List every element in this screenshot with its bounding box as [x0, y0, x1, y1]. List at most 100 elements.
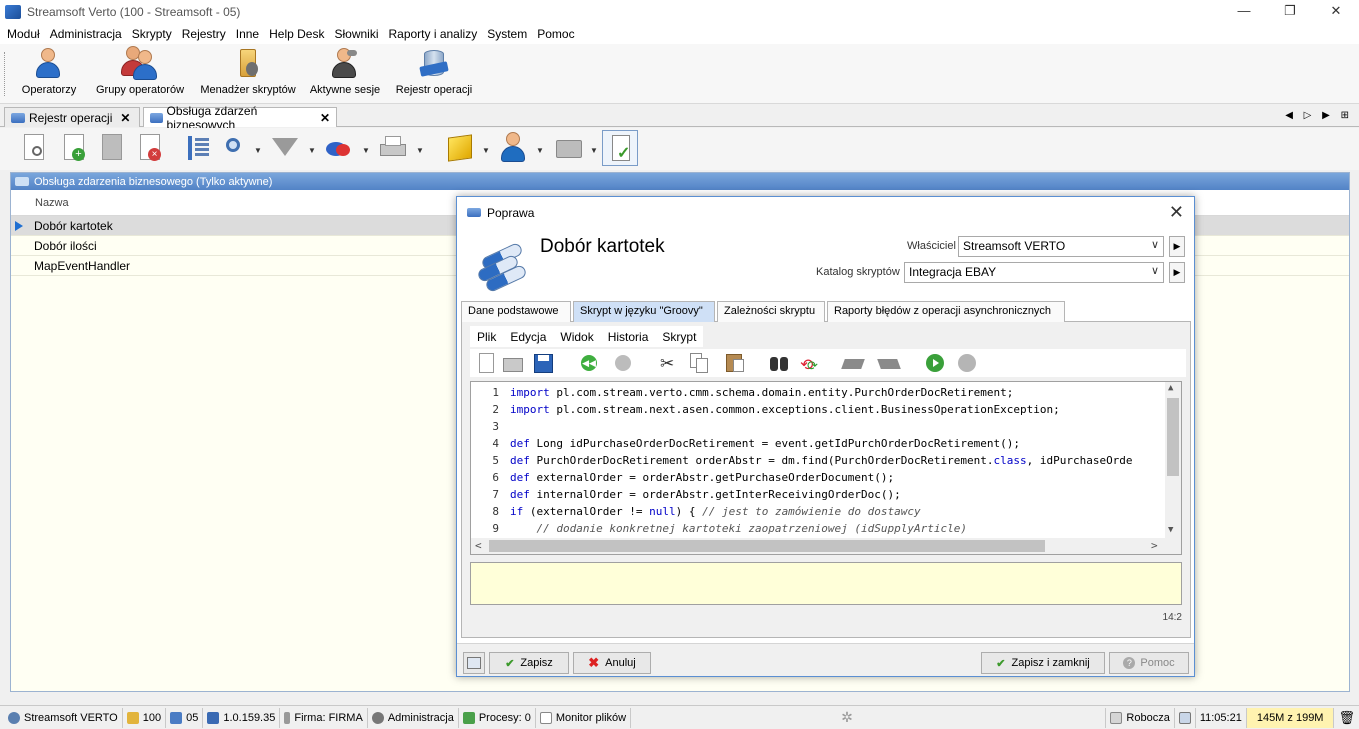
undo-icon[interactable]: ◀◀	[578, 352, 600, 374]
catalog-goto-button[interactable]: ▶	[1169, 262, 1185, 283]
save-icon[interactable]	[532, 352, 554, 374]
save-button[interactable]: ✔ Zapisz	[489, 652, 569, 674]
scissors-icon[interactable]: ✂	[656, 352, 678, 374]
menu-pomoc[interactable]: Pomoc	[532, 27, 579, 41]
tab-navigation-arrows[interactable]: ◀ ▷ ▶ ⊞	[1285, 110, 1353, 121]
status-window-icon[interactable]	[1175, 707, 1196, 728]
palette-icon[interactable]	[324, 132, 354, 164]
status-monitor[interactable]: Monitor plików	[536, 707, 632, 728]
save-and-close-button[interactable]: ✔ Zapisz i zamknij	[981, 652, 1105, 674]
help-button[interactable]: ? Pomoc	[1109, 652, 1189, 674]
status-spinner: ✲	[631, 709, 1105, 726]
tab-obsluga-zdarzen[interactable]: Obsługa zdarzeń biznesowych ✕	[143, 104, 337, 132]
chevron-down-icon[interactable]: ∨	[1151, 238, 1159, 251]
ribbon-operatorzy-button[interactable]: Operatorzy	[18, 46, 80, 96]
outdent-icon[interactable]	[877, 352, 901, 374]
scroll-up-icon[interactable]: ▲	[1168, 383, 1173, 393]
delete-icon[interactable]: ×	[136, 132, 166, 164]
chevron-down-icon[interactable]: ▼	[308, 146, 316, 155]
ribbon-rejestr-button[interactable]: Rejestr operacji	[392, 46, 476, 96]
close-tab-icon[interactable]: ✕	[320, 111, 330, 125]
menu-rejestry[interactable]: Rejestry	[177, 27, 231, 41]
editor-menu-historia[interactable]: Historia	[601, 330, 656, 344]
status-memory[interactable]: 145M z 199M	[1246, 707, 1335, 728]
menu-raporty[interactable]: Raporty i analizy	[383, 27, 482, 41]
menu-modul[interactable]: Moduł	[2, 27, 45, 41]
scroll-down-icon[interactable]: ▼	[1168, 525, 1173, 535]
menu-administracja[interactable]: Administracja	[45, 27, 127, 41]
status-branch: 05	[166, 707, 204, 728]
tab-skrypt-groovy[interactable]: Skrypt w języku "Groovy"	[573, 301, 715, 322]
editor-menu-plik[interactable]: Plik	[470, 330, 503, 344]
add-icon[interactable]: +	[60, 132, 90, 164]
edit-icon[interactable]	[98, 132, 128, 164]
chevron-down-icon[interactable]: ▼	[482, 146, 490, 155]
chevron-down-icon[interactable]: ▼	[362, 146, 370, 155]
copy-icon[interactable]	[688, 352, 710, 374]
paste-icon[interactable]	[724, 352, 746, 374]
chevron-down-icon[interactable]: ∨	[1151, 264, 1159, 277]
owner-select[interactable]: Streamsoft VERTO ∨	[958, 236, 1164, 257]
scroll-right-icon[interactable]: >	[1151, 539, 1158, 552]
ribbon-sesje-button[interactable]: Aktywne sesje	[306, 46, 384, 96]
editor-menu-widok[interactable]: Widok	[553, 330, 600, 344]
binoculars-icon[interactable]	[768, 352, 790, 374]
code-line: 4 def Long idPurchaseOrderDocRetirement =…	[492, 437, 1020, 450]
horizontal-scrollbar[interactable]: < >	[471, 538, 1181, 554]
status-version: 1.0.159.35	[203, 707, 281, 728]
package-icon[interactable]	[444, 132, 474, 164]
redo-icon[interactable]	[612, 352, 634, 374]
ribbon-grupy-button[interactable]: Grupy operatorów	[92, 46, 188, 96]
status-processes[interactable]: Procesy: 0	[459, 707, 536, 728]
menu-skrypty[interactable]: Skrypty	[127, 27, 177, 41]
trash-button[interactable]: 🗑	[1334, 708, 1359, 728]
replace-icon[interactable]: ⟲ ⟳	[798, 352, 820, 374]
cancel-button[interactable]: ✖ Anuluj	[573, 652, 651, 674]
folder-icon[interactable]	[554, 132, 584, 164]
vertical-scrollbar[interactable]: ▲ ▼	[1165, 382, 1181, 540]
output-panel[interactable]	[470, 562, 1182, 605]
ribbon-label: Grupy operatorów	[95, 84, 185, 96]
chevron-down-icon[interactable]: ▼	[590, 146, 598, 155]
scroll-thumb[interactable]	[1167, 398, 1179, 476]
menu-help-desk[interactable]: Help Desk	[264, 27, 329, 41]
indent-icon[interactable]	[841, 352, 865, 374]
preview-icon[interactable]	[20, 132, 50, 164]
sort-icon[interactable]	[184, 132, 214, 164]
user-icon[interactable]	[500, 132, 530, 164]
editor-menu-edycja[interactable]: Edycja	[503, 330, 553, 344]
ribbon-menadzer-button[interactable]: Menadżer skryptów	[196, 46, 300, 96]
menu-inne[interactable]: Inne	[231, 27, 264, 41]
menu-slowniki[interactable]: Słowniki	[329, 27, 383, 41]
editor-menu-skrypt[interactable]: Skrypt	[655, 330, 703, 344]
code-editor[interactable]: 1 import pl.com.stream.verto.cmm.schema.d…	[470, 381, 1182, 555]
close-window-button[interactable]: ✕	[1313, 0, 1359, 23]
owner-goto-button[interactable]: ▶	[1169, 236, 1185, 257]
catalog-select[interactable]: Integracja EBAY ∨	[904, 262, 1164, 283]
tab-dane-podstawowe[interactable]: Dane podstawowe	[461, 301, 571, 322]
tab-zaleznosci[interactable]: Zależności skryptu	[717, 301, 825, 322]
grid-header-icon	[15, 177, 29, 186]
run-icon[interactable]	[924, 352, 946, 374]
scroll-left-icon[interactable]: <	[475, 539, 482, 552]
panel-toggle-button[interactable]	[463, 652, 485, 674]
chevron-down-icon[interactable]: ▼	[254, 146, 262, 155]
new-file-icon[interactable]	[476, 352, 498, 374]
scroll-thumb[interactable]	[489, 540, 1045, 552]
minimize-button[interactable]: —	[1221, 0, 1267, 23]
approve-document-icon[interactable]: ✓	[602, 130, 638, 166]
tab-raporty-bledow[interactable]: Raporty błędów z operacji asynchroniczny…	[827, 301, 1065, 322]
chevron-down-icon[interactable]: ▼	[416, 146, 424, 155]
filter-icon[interactable]	[270, 132, 300, 164]
close-tab-icon[interactable]: ✕	[120, 111, 130, 125]
search-icon[interactable]	[222, 132, 252, 164]
stop-icon[interactable]	[956, 352, 978, 374]
menu-bar: Moduł Administracja Skrypty Rejestry Inn…	[0, 23, 1359, 44]
close-icon[interactable]: ✕	[1169, 202, 1184, 223]
print-icon[interactable]	[378, 132, 408, 164]
menu-system[interactable]: System	[482, 27, 532, 41]
tab-rejestr-operacji[interactable]: Rejestr operacji ✕	[4, 107, 140, 127]
chevron-down-icon[interactable]: ▼	[536, 146, 544, 155]
maximize-button[interactable]: ❐	[1267, 0, 1313, 23]
open-folder-icon[interactable]	[502, 352, 524, 374]
